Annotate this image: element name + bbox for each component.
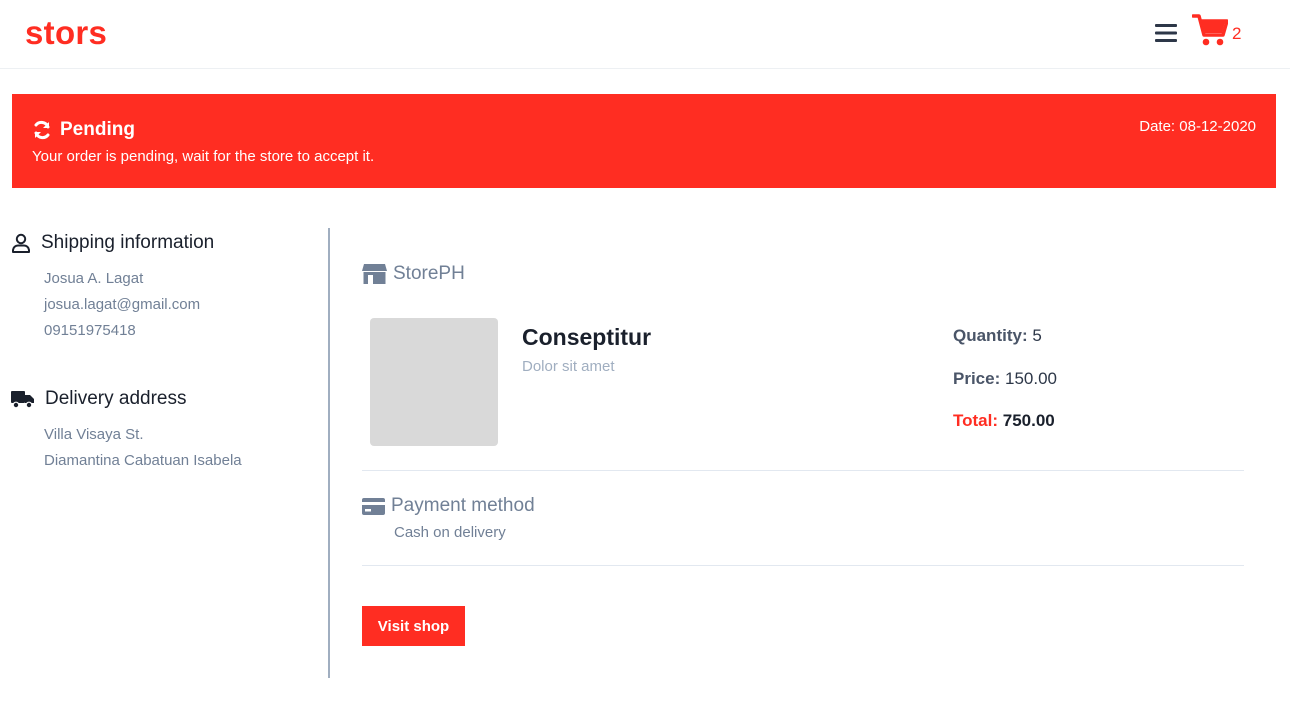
divider xyxy=(362,470,1244,471)
credit-card-icon xyxy=(362,497,385,515)
quantity-value: 5 xyxy=(1032,326,1042,345)
shipping-email: josua.lagat@gmail.com xyxy=(44,296,201,313)
order-details-panel: StorePH Conseptitur Dolor sit amet Quant… xyxy=(362,228,1244,678)
shipping-phone: 09151975418 xyxy=(44,322,136,339)
payment-value: Cash on delivery xyxy=(394,524,506,541)
store-name: StorePH xyxy=(393,263,465,284)
status-label: Pending xyxy=(60,119,135,140)
address-line-1: Villa Visaya St. xyxy=(44,426,144,443)
user-icon xyxy=(12,233,30,253)
shipping-heading: Shipping information xyxy=(11,232,214,254)
price-label: Price: xyxy=(953,369,1001,388)
menu-icon[interactable] xyxy=(1155,23,1177,43)
status-heading: Pending xyxy=(32,119,135,141)
store-icon xyxy=(362,264,387,284)
total-label: Total: xyxy=(953,411,999,430)
quantity-row: Quantity: 5 xyxy=(953,326,1042,346)
shipping-name: Josua A. Lagat xyxy=(44,270,144,287)
total-value: 750.00 xyxy=(1002,411,1055,430)
divider xyxy=(362,565,1244,566)
cart-count-badge[interactable]: 2 xyxy=(1232,24,1241,44)
truck-icon xyxy=(11,391,34,409)
delivery-heading: Delivery address xyxy=(11,388,187,410)
customer-info-panel: Shipping information Josua A. Lagat josu… xyxy=(0,228,330,678)
delivery-title: Delivery address xyxy=(45,388,187,409)
price-row: Price: 150.00 xyxy=(953,369,1057,389)
brand-logo[interactable]: stors xyxy=(25,14,107,52)
status-message: Your order is pending, wait for the stor… xyxy=(32,148,375,165)
product-image[interactable] xyxy=(370,318,498,446)
refresh-icon xyxy=(34,120,50,140)
store-heading[interactable]: StorePH xyxy=(362,263,465,285)
product-name[interactable]: Conseptitur xyxy=(522,324,651,351)
visit-shop-button[interactable]: Visit shop xyxy=(362,606,465,646)
payment-heading: Payment method xyxy=(362,495,535,517)
quantity-label: Quantity: xyxy=(953,326,1028,345)
address-line-2: Diamantina Cabatuan Isabela xyxy=(44,452,242,469)
order-status-banner: Pending Your order is pending, wait for … xyxy=(12,94,1276,188)
payment-title: Payment method xyxy=(391,495,535,516)
total-row: Total: 750.00 xyxy=(953,411,1055,431)
shipping-title: Shipping information xyxy=(41,232,215,253)
product-description: Dolor sit amet xyxy=(522,358,615,375)
order-date: Date: 08-12-2020 xyxy=(1139,118,1256,135)
cart-icon[interactable] xyxy=(1192,13,1228,47)
price-value: 150.00 xyxy=(1004,369,1057,388)
top-navbar: stors 2 xyxy=(0,0,1290,69)
